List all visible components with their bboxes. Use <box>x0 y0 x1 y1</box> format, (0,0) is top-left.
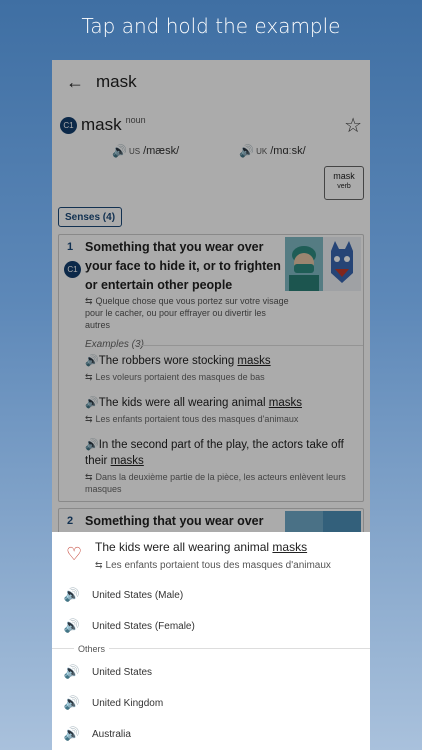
voice-option-label: United States (Male) <box>92 589 184 601</box>
voice-option-label: United States (Female) <box>92 620 195 632</box>
speaker-icon: 🔊 <box>63 695 81 710</box>
sheet-example-keyword: masks <box>272 540 308 554</box>
voice-option-label: United Kingdom <box>92 697 164 709</box>
voice-option-us[interactable]: 🔊 United States <box>52 657 370 687</box>
sheet-example-translation: ⇆ Les enfants portaient tous des masques … <box>95 560 331 571</box>
voice-option-uk[interactable]: 🔊 United Kingdom <box>52 688 370 718</box>
translate-icon: ⇆ <box>95 560 103 570</box>
voice-option-label: United States <box>92 666 153 678</box>
speaker-icon: 🔊 <box>63 618 81 633</box>
speaker-icon: 🔊 <box>63 664 81 679</box>
voice-option-us-male[interactable]: 🔊 United States (Male) <box>52 580 370 610</box>
promo-caption: Tap and hold the example <box>81 14 341 38</box>
others-label: Others <box>74 644 110 654</box>
heart-icon[interactable]: ♡ <box>66 544 82 565</box>
phone-screen: ← mask C1 mask noun ☆ 🔊 US /mæsk/ 🔊 UK /… <box>52 60 370 750</box>
sheet-example-text: The kids were all wearing animal masks <box>95 540 307 554</box>
sheet-example: ♡ The kids were all wearing animal masks… <box>52 532 370 582</box>
voice-option-australia[interactable]: 🔊 Australia <box>52 719 370 749</box>
audio-bottom-sheet: ♡ The kids were all wearing animal masks… <box>52 532 370 750</box>
voice-option-us-female[interactable]: 🔊 United States (Female) <box>52 611 370 641</box>
sheet-example-pre: The kids were all wearing animal <box>95 540 273 554</box>
speaker-icon: 🔊 <box>63 587 81 602</box>
voice-option-label: Australia <box>92 728 131 740</box>
sheet-translation-text: Les enfants portaient tous des masques d… <box>105 560 331 571</box>
speaker-icon: 🔊 <box>63 726 81 741</box>
